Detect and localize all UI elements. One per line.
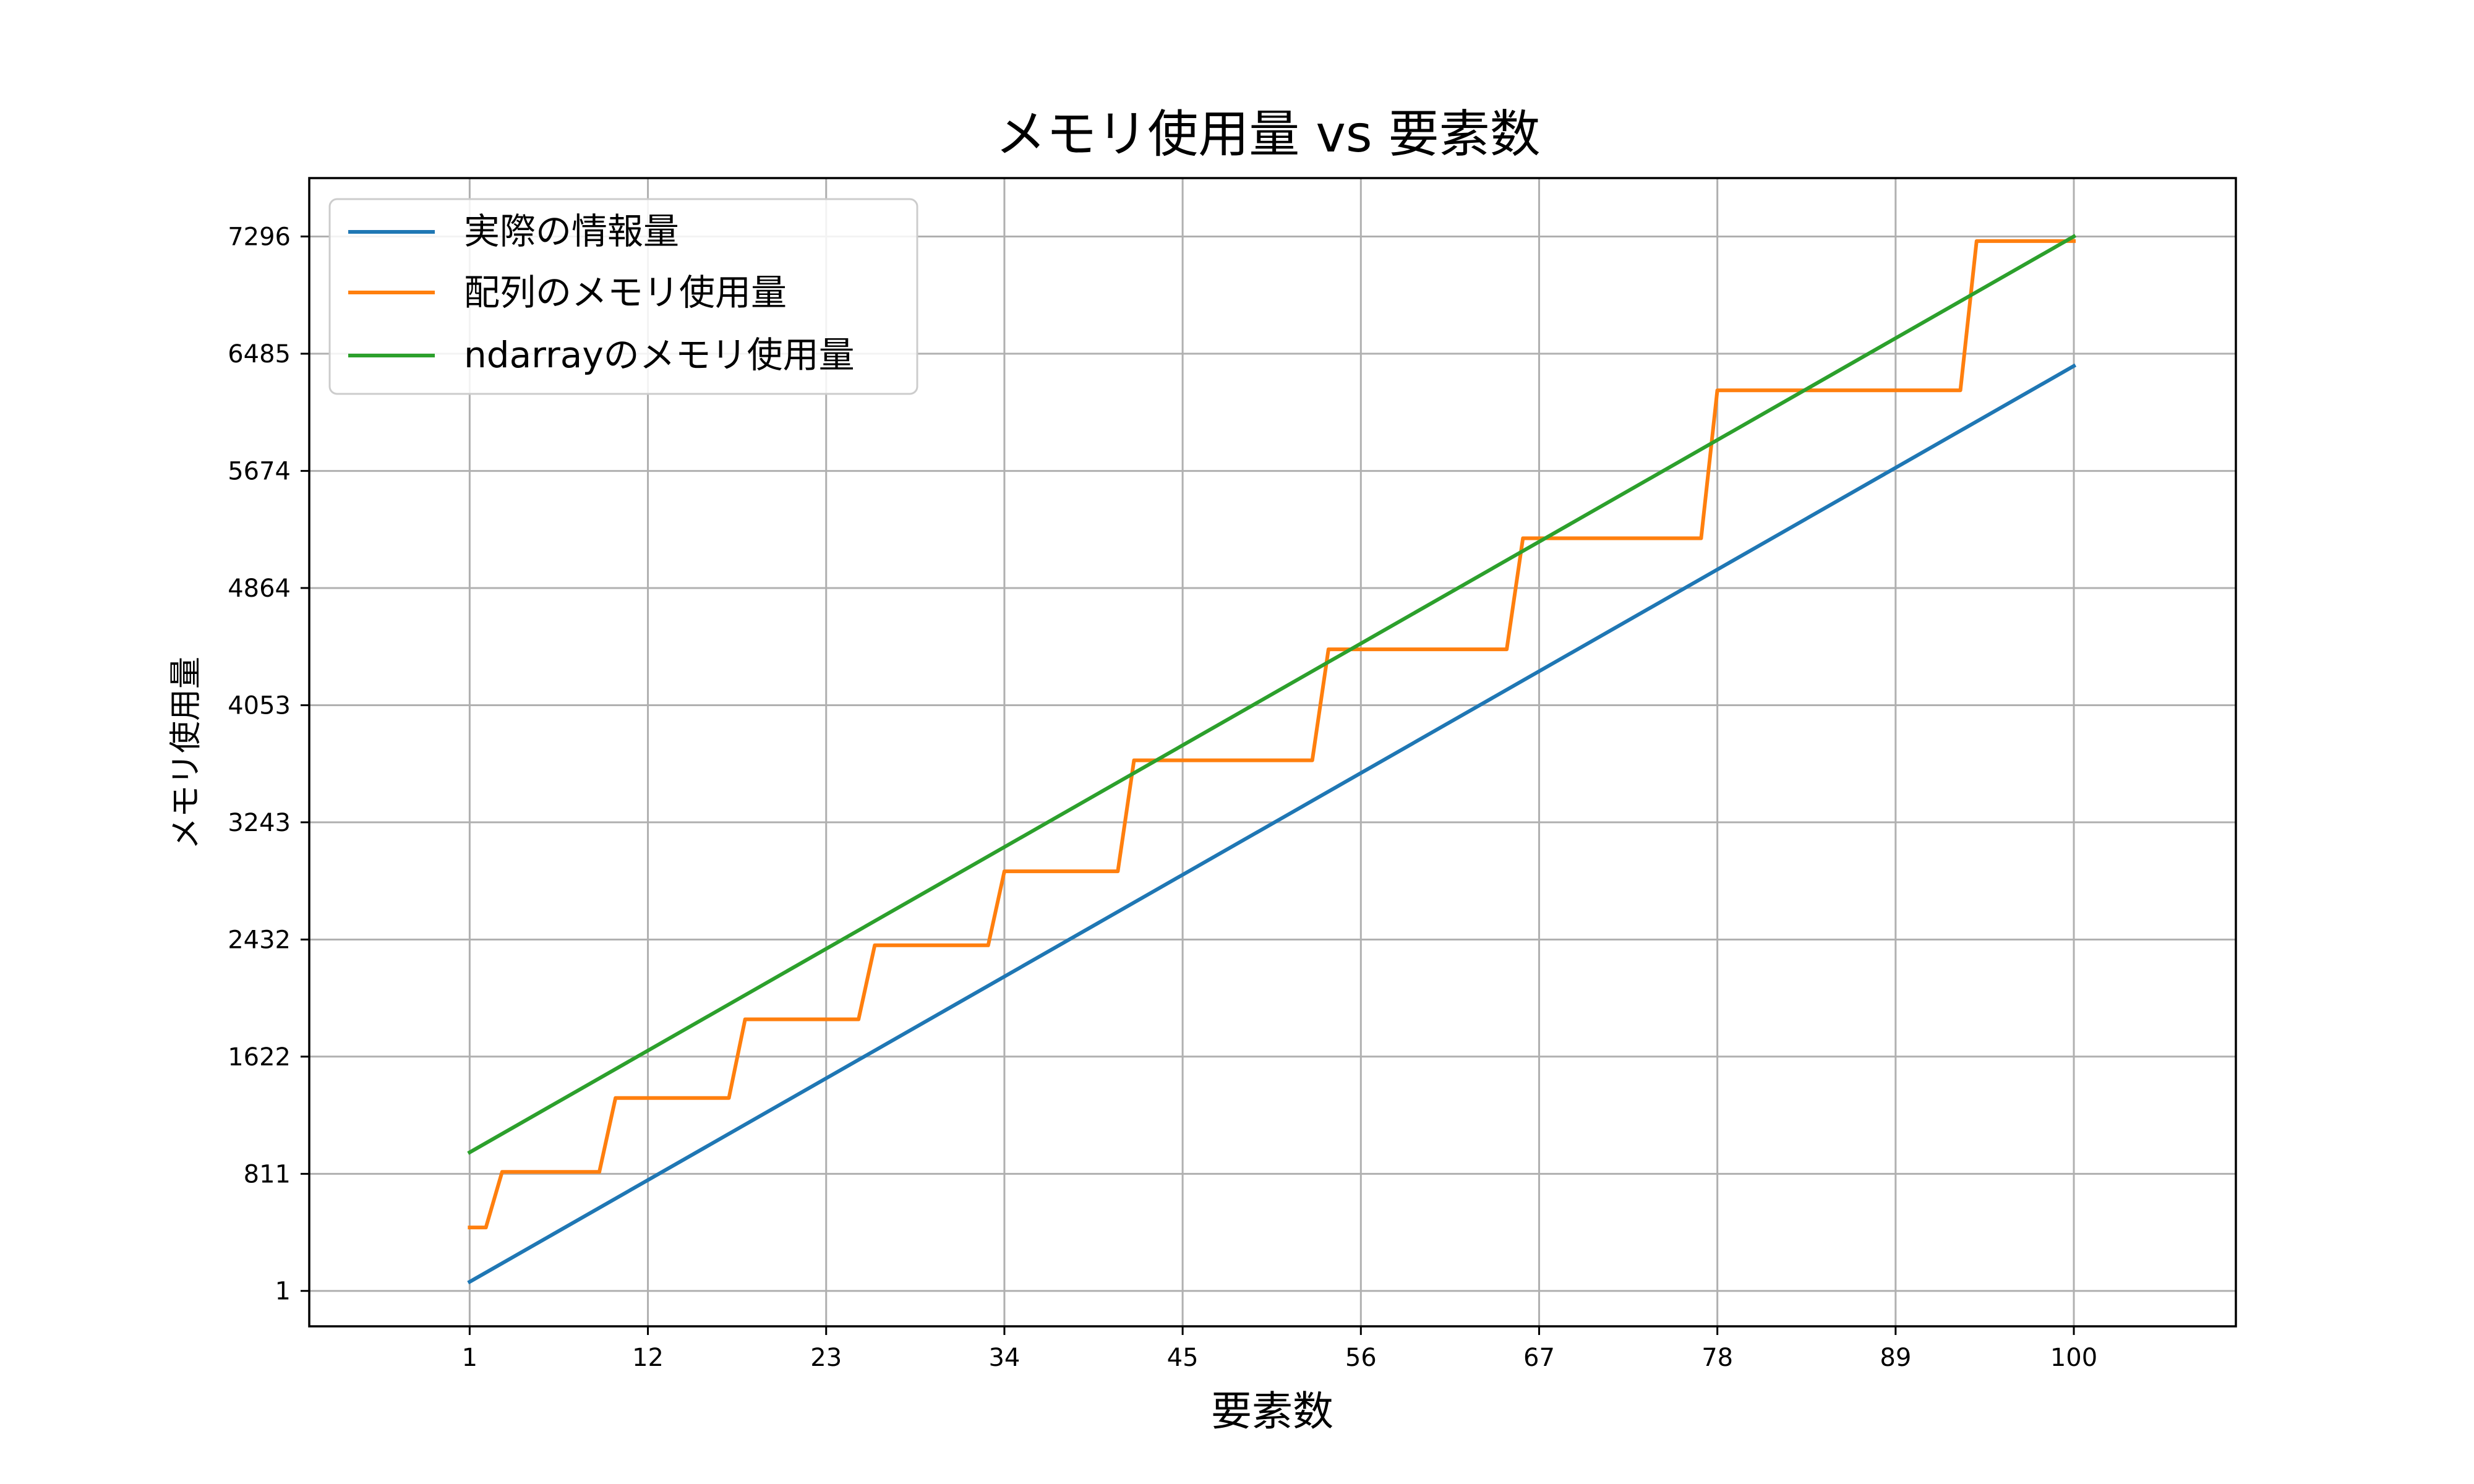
y-axis-label: メモリ使用量: [168, 657, 205, 850]
x-tick-label: 89: [1880, 1344, 1911, 1372]
x-tick-label: 100: [2050, 1344, 2097, 1372]
y-tick-label: 4864: [228, 574, 291, 603]
y-tick-label: 811: [244, 1160, 291, 1188]
x-tick-label: 78: [1701, 1344, 1733, 1372]
y-tick-label: 6485: [228, 340, 291, 369]
x-axis-label: 要素数: [1211, 1388, 1333, 1435]
legend-label-2: ndarrayのメモリ使用量: [464, 334, 855, 376]
legend-label-0: 実際の情報量: [464, 210, 679, 252]
chart-title: メモリ使用量 vs 要素数: [995, 105, 1540, 164]
y-tick-label: 3243: [228, 809, 291, 837]
x-tick-label: 1: [462, 1344, 477, 1372]
x-tick-label: 56: [1345, 1344, 1377, 1372]
x-tick-label: 34: [988, 1344, 1020, 1372]
y-tick-label: 2432: [228, 926, 291, 954]
x-tick-label: 23: [810, 1344, 842, 1372]
y-tick-label: 1: [275, 1277, 291, 1306]
y-tick-label: 5674: [228, 458, 291, 486]
x-tick-label: 67: [1523, 1344, 1555, 1372]
x-tick-label: 45: [1167, 1344, 1199, 1372]
legend: 実際の情報量 配列のメモリ使用量 ndarrayのメモリ使用量: [328, 198, 918, 395]
y-tick-label: 1622: [228, 1043, 291, 1072]
legend-label-1: 配列のメモリ使用量: [464, 271, 787, 313]
chart: メモリ使用量 vs 要素数 1 12 23 34 45 56 67 78 89 100 1 811 1…: [0, 0, 2474, 1484]
y-tick-label: 7296: [228, 223, 291, 251]
x-tick-label: 12: [632, 1344, 664, 1372]
y-tick-label: 4053: [228, 692, 291, 720]
